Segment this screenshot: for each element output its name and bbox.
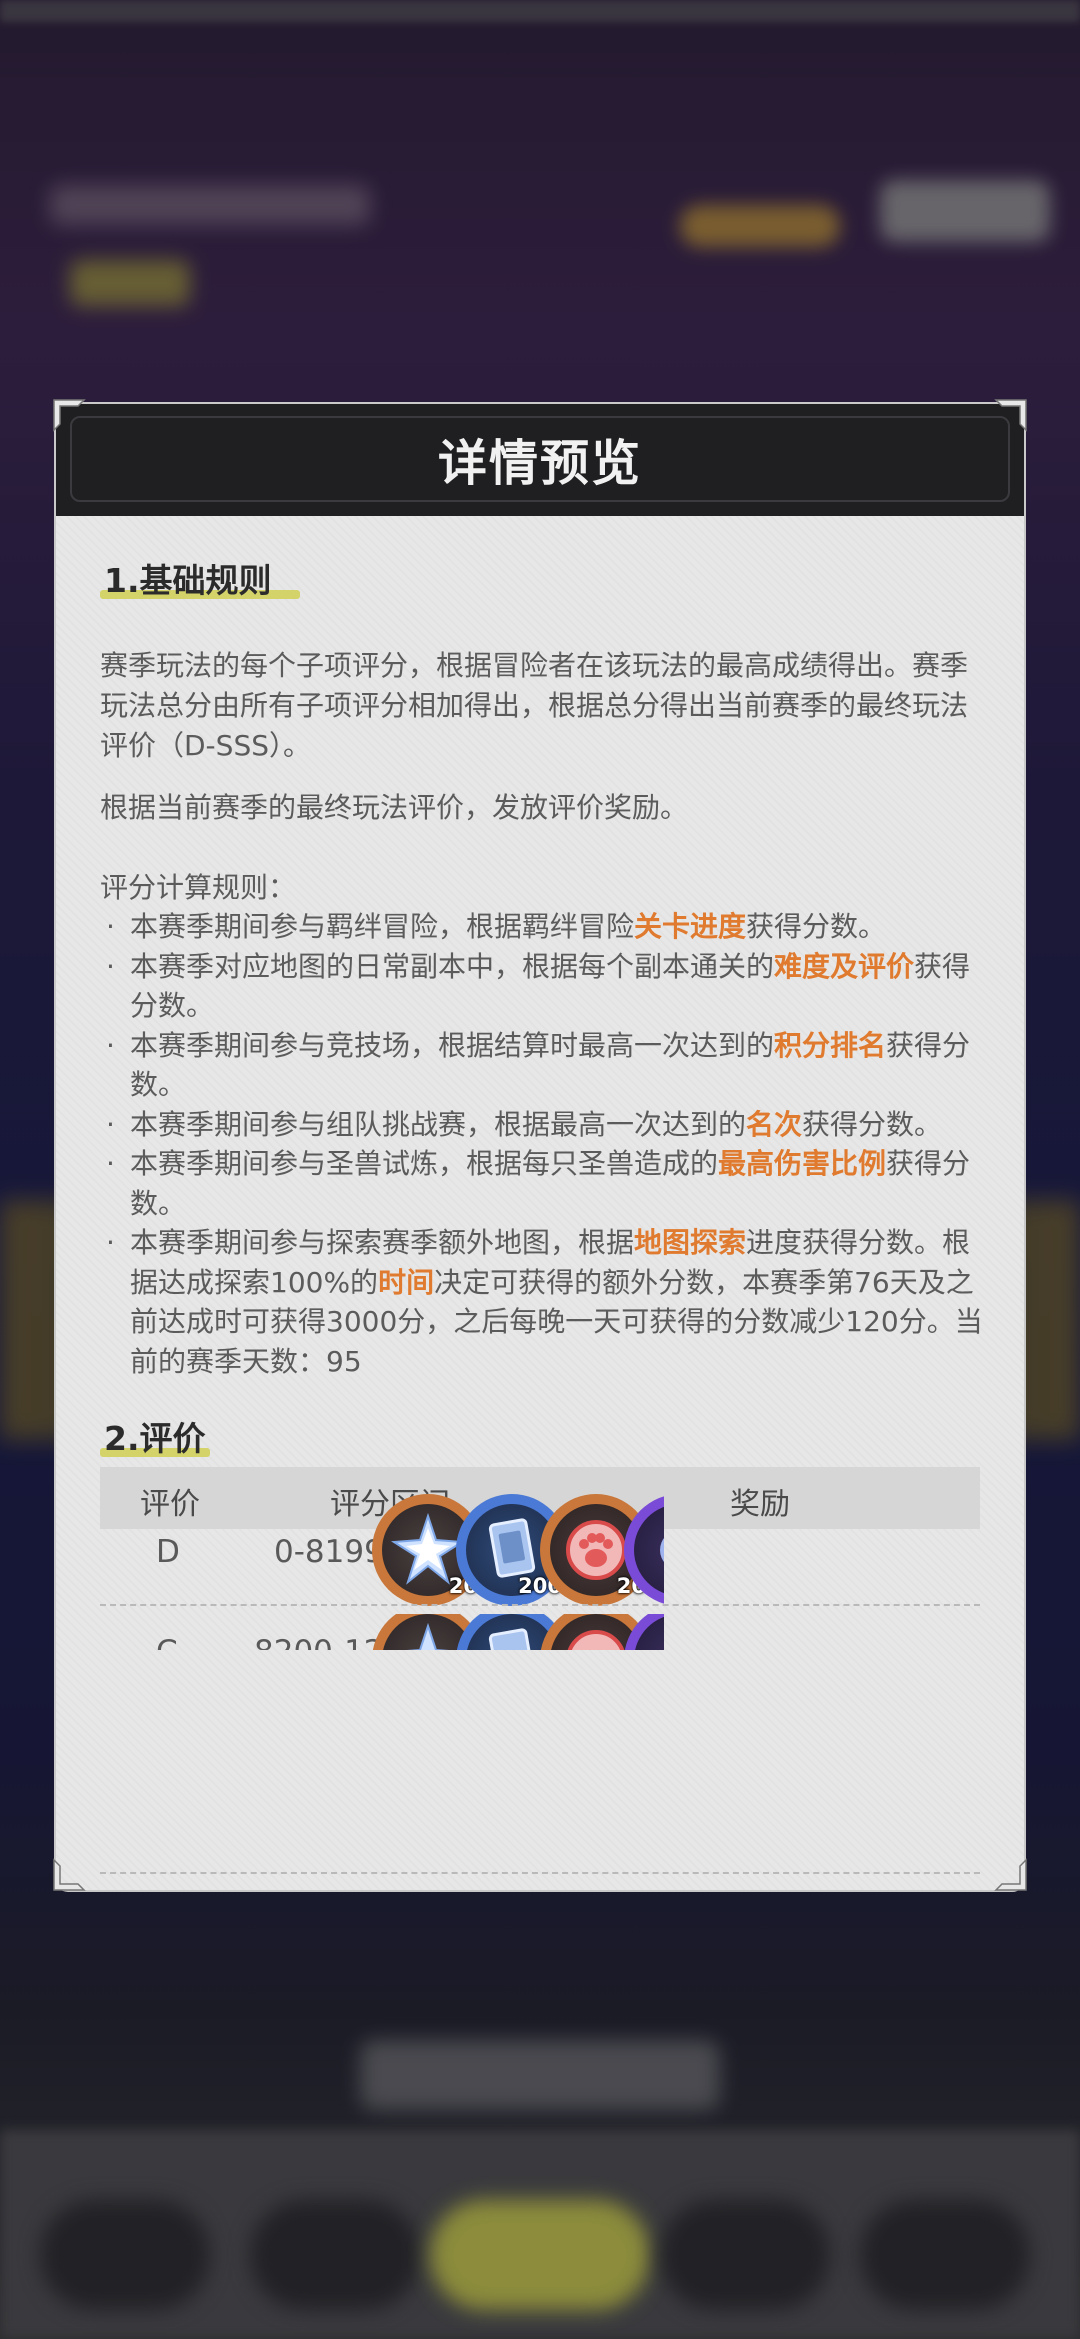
row-range: 0-8199 xyxy=(274,1534,384,1570)
section-title-basic-rules: 1.基础规则 xyxy=(104,561,272,600)
card-icon xyxy=(488,1628,536,1650)
header-reward: 奖励 xyxy=(730,1487,790,1522)
rules-paragraph-1: 赛季玩法的每个子项评分，根据冒险者在该玩法的最高成绩得出。赛季玩法总分由所有子项… xyxy=(100,649,969,762)
reward-item[interactable] xyxy=(624,1614,664,1650)
rules-list-title: 评分计算规则： xyxy=(100,871,297,904)
list-item: · 本赛季对应地图的日常副本中，根据每个副本通关的难度及评价获得分数。 xyxy=(106,949,971,1023)
header-grade: 评价 xyxy=(140,1487,200,1522)
corner-ornament-icon xyxy=(994,398,1028,432)
section-divider xyxy=(100,1872,980,1874)
dialog-header: 详情预览 xyxy=(56,404,1024,516)
paw-icon xyxy=(567,1630,625,1650)
star-crystal-icon xyxy=(406,1622,450,1650)
corner-ornament-icon xyxy=(994,1858,1028,1892)
corner-ornament-icon xyxy=(52,398,86,432)
corner-ornament-icon xyxy=(52,1858,86,1892)
row-grade: C xyxy=(156,1634,178,1650)
score-rules-list: · 本赛季期间参与羁绊冒险，根据羁绊冒险关卡进度获得分数。 · 本赛季对应地图的日常… xyxy=(100,907,988,1381)
dialog-content-scroll[interactable]: 1.基础规则 赛季玩法的每个子项评分，根据冒险者在该玩法的最高成绩得出。赛季玩法… xyxy=(56,516,1024,1890)
list-item: · 本赛季期间参与圣兽试炼，根据每只圣兽造成的最高伤害比例获得分数。 xyxy=(106,1147,971,1220)
detail-preview-dialog: 详情预览 1.基础规则 赛季玩法的每个子项评分，根据冒险者在该玩法的最高成绩得出… xyxy=(56,404,1024,1890)
list-item: · 本赛季期间参与组队挑战赛，根据最高一次达到的名次获得分数。 xyxy=(106,1107,943,1141)
dialog-title: 详情预览 xyxy=(437,435,642,492)
table-row: C 8200-12999 xyxy=(56,1614,1024,1650)
list-item: · 本赛季期间参与羁绊冒险，根据羁绊冒险关卡进度获得分数。 xyxy=(106,910,887,943)
list-item: · 本赛季期间参与探索赛季额外地图，根据地图探索进度获得分数。根据达成探索100%… xyxy=(106,1226,983,1378)
list-item: · 本赛季期间参与竞技场，根据结算时最高一次达到的积分排名获得分数。 xyxy=(106,1028,971,1102)
section-title-rating: 2.评价 xyxy=(104,1419,206,1458)
rules-paragraph-2: 根据当前赛季的最终玩法评价，发放评价奖励。 xyxy=(100,791,689,824)
row-grade: D xyxy=(156,1534,180,1570)
row-divider xyxy=(100,1604,980,1606)
